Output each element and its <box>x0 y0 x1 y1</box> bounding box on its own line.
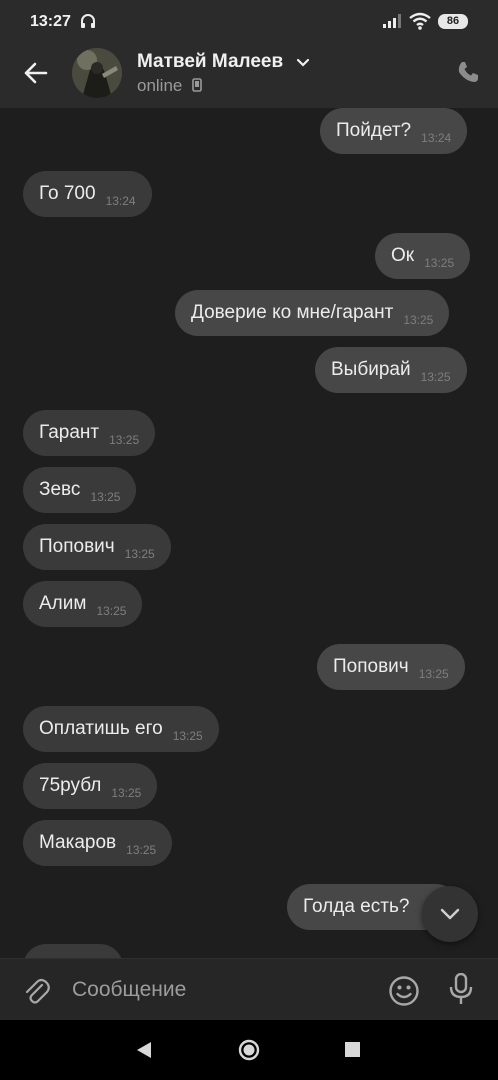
smiley-icon[interactable] <box>388 975 420 1007</box>
message-outgoing[interactable]: Доверие ко мне/гарант 13:25 <box>175 290 450 336</box>
message-composer <box>0 958 498 1020</box>
message-time: 13:25 <box>90 490 121 504</box>
message-time: 13:24 <box>105 194 136 208</box>
message-time: 13:25 <box>111 786 142 800</box>
nav-back-icon[interactable] <box>136 1041 152 1059</box>
message-input[interactable] <box>72 974 362 1006</box>
nav-recents-icon[interactable] <box>345 1042 360 1057</box>
message-text: Макаров <box>39 832 117 853</box>
message-text: Пойдет? <box>336 120 412 141</box>
message-text: Зевс <box>39 479 81 500</box>
contact-status: online <box>137 76 183 95</box>
chevron-down-icon[interactable] <box>296 58 310 68</box>
message-time: 13:25 <box>403 313 434 327</box>
message-incoming[interactable]: 75рубл 13:25 <box>23 763 158 809</box>
signal-icon <box>383 14 401 28</box>
message-time: 13:25 <box>126 843 157 857</box>
message-outgoing[interactable]: Выбирай 13:25 <box>315 347 467 393</box>
chat-header: Матвей Малеев online <box>0 44 498 108</box>
status-bar: 13:27 86 <box>0 0 498 44</box>
message-incoming[interactable]: Макаров 13:25 <box>23 820 173 866</box>
message-text: Го 700 <box>39 183 96 204</box>
message-time: 13:24 <box>421 131 452 145</box>
status-time: 13:27 <box>30 13 71 30</box>
message-outgoing[interactable]: Ок 13:25 <box>375 233 471 279</box>
message-time: 13:25 <box>418 667 449 681</box>
message-time: 13:25 <box>124 547 155 561</box>
message-incoming[interactable]: Го 700 13:24 <box>23 171 152 217</box>
message-list[interactable]: Пойдет? 13:24 Го 700 13:24 Ок 13:25 Дове… <box>0 108 498 958</box>
message-time: 13:25 <box>109 433 140 447</box>
message-outgoing[interactable]: Попович 13:25 <box>317 644 465 690</box>
message-incoming[interactable]: Зевс 13:25 <box>23 467 137 513</box>
message-text: 75рубл <box>39 775 102 796</box>
message-time: 13:25 <box>424 256 455 270</box>
message-text: Ок <box>391 245 415 266</box>
microphone-icon[interactable] <box>449 973 473 1005</box>
message-incoming[interactable]: Попович 13:25 <box>23 524 171 570</box>
message-incoming[interactable]: Оплатишь его 13:25 <box>23 706 219 752</box>
phone-icon[interactable] <box>456 60 480 84</box>
message-text: Попович <box>39 536 115 557</box>
message-time: 13:25 <box>420 370 451 384</box>
contact-name[interactable]: Матвей Малеев <box>137 51 283 73</box>
system-navigation-bar <box>0 1020 498 1080</box>
avatar[interactable] <box>72 48 122 98</box>
arrow-left-icon[interactable] <box>22 60 48 86</box>
wifi-icon <box>409 12 431 30</box>
message-time: 13:25 <box>172 729 203 743</box>
message-text: Оплатишь его <box>39 718 163 739</box>
message-incoming[interactable]: Алим 13:25 <box>23 581 143 627</box>
headphones-icon <box>81 14 95 28</box>
nav-home-icon[interactable] <box>238 1039 260 1061</box>
message-time: 13:25 <box>96 604 127 618</box>
message-outgoing[interactable]: Пойдет? 13:24 <box>320 108 468 154</box>
scroll-down-button[interactable] <box>422 886 478 942</box>
message-text: Доверие ко мне/гарант <box>191 302 394 323</box>
message-text: Алим <box>39 593 87 614</box>
paperclip-icon[interactable] <box>22 976 50 1006</box>
message-text: Выбирай <box>331 359 411 380</box>
message-text: Гарант <box>39 422 100 443</box>
message-incoming[interactable]: Гарант 13:25 <box>23 410 156 456</box>
chevron-down-icon <box>440 908 460 920</box>
message-text: Попович <box>333 656 409 677</box>
message-incoming-partial <box>23 944 123 958</box>
battery-indicator: 86 <box>438 14 468 29</box>
message-text: Голда есть? <box>303 896 410 917</box>
mobile-phone-icon <box>192 78 202 92</box>
